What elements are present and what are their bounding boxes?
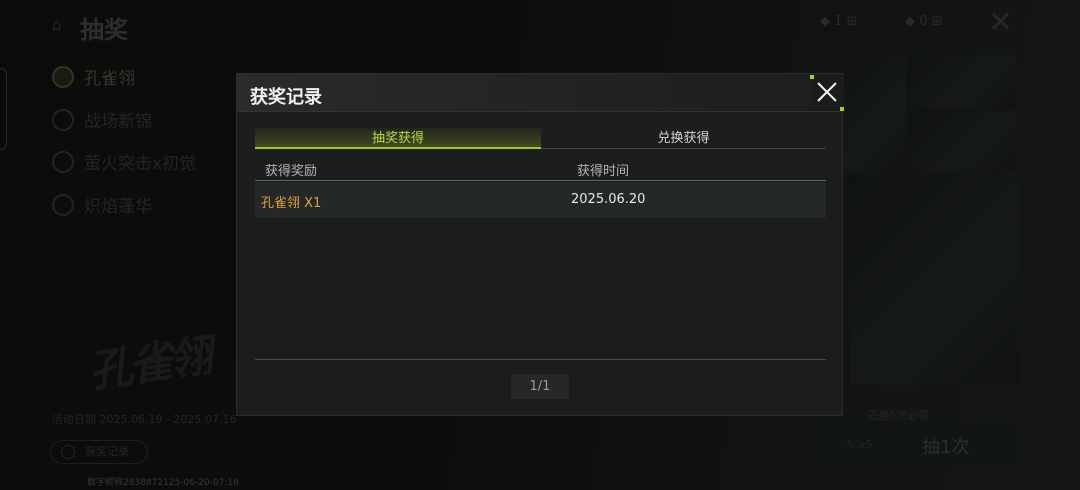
dialog-title: 获奖记录 <box>250 87 322 108</box>
column-header-reward: 获得奖励 <box>265 164 318 179</box>
list-divider <box>255 359 826 360</box>
table-row: 孔雀翎 X1 2025.06.20 <box>255 182 826 218</box>
time-cell: 2025.06.20 <box>571 192 646 207</box>
close-icon <box>817 82 837 102</box>
tab-lottery-obtained[interactable]: 抽奖获得 <box>255 128 541 149</box>
corner-accent <box>810 75 814 79</box>
dialog-header: 获奖记录 <box>237 74 844 112</box>
table-header: 获得奖励 获得时间 <box>255 157 826 181</box>
column-header-time: 获得时间 <box>577 164 630 179</box>
record-tabs: 抽奖获得 兑换获得 <box>255 128 826 149</box>
prize-record-dialog: 获奖记录 抽奖获得 兑换获得 获得奖励 获得时间 孔雀翎 X1 2025.06.… <box>236 73 844 416</box>
close-button[interactable] <box>810 75 844 111</box>
reward-cell: 孔雀翎 X1 <box>261 196 322 211</box>
pagination: 1/1 <box>511 374 569 399</box>
corner-accent <box>840 107 844 111</box>
tab-exchange-obtained[interactable]: 兑换获得 <box>541 128 826 149</box>
